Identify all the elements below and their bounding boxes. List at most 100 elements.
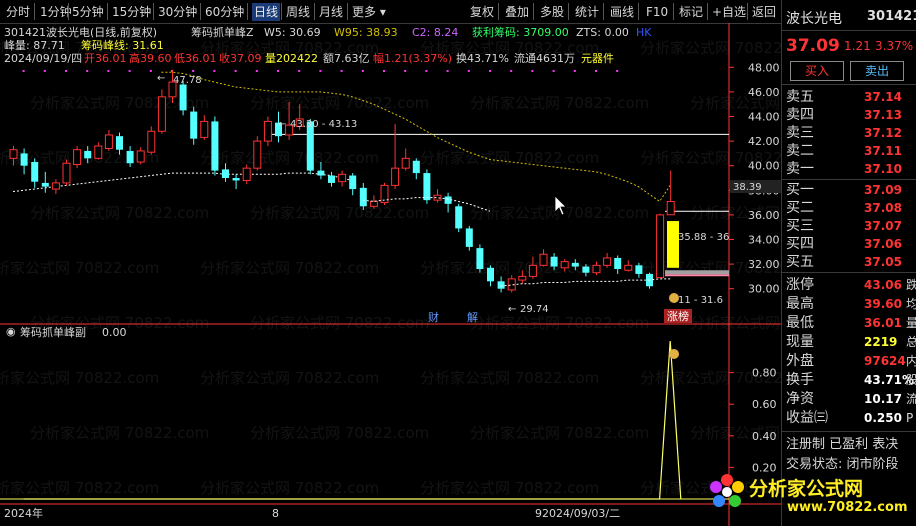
limit-up-label: 涨榜 [667,309,689,323]
candle-body [232,178,240,181]
ask-row-3: 卖三 37.12 [786,125,902,141]
tab-15min[interactable]: 15分钟 [112,3,151,21]
candle-body [317,170,325,176]
candle-body [51,182,60,190]
stat-extra: 总 [906,335,916,349]
candle-body [582,266,590,273]
stat-row: 最低 36.01 量 [782,314,916,332]
candle-body [94,145,103,159]
price-tick-label: 44.00 [748,111,780,124]
stat-row: 涨停 43.06 跌 [782,276,916,294]
bar-low: 低36.01 [174,52,217,65]
watermark-text: 分析家公式网 70822.com [0,259,159,277]
tab-daily[interactable]: 日线 [252,3,281,21]
tab-monthly[interactable]: 月线 [319,3,343,21]
tab-30min[interactable]: 30分钟 [158,3,197,21]
candle-body [528,264,537,277]
candle-body [104,134,113,149]
signal-dot [552,70,555,72]
candle-body [624,264,633,271]
candle-body [571,262,579,267]
c2-value: C2: 8.24 [412,26,458,39]
bid-row-1: 买一 37.09 [786,182,902,198]
signal-dot [531,70,534,72]
signal-dot [383,70,385,72]
signal-dot [277,70,279,72]
float-shares: 流通4631万 [514,51,575,65]
tab-weekly[interactable]: 周线 [286,3,310,21]
candle-body [62,162,71,184]
tab-1min[interactable]: 1分钟 [40,3,72,21]
sub-tick-label: 0.40 [752,430,777,443]
overlay-button[interactable]: 叠加 [505,3,529,21]
stat-extra: 跌 [906,278,916,292]
stat-value: 43.06 [864,278,902,292]
watermark-text: 分析家公式网 70822.com [420,369,599,387]
candle-body [253,140,262,169]
signal-dot [404,70,407,72]
watermark-text: 分析家公式网 70822.com [200,369,379,387]
price-tick-label: 46.00 [748,86,780,99]
bid-row-4: 买四 37.06 [786,236,902,252]
watermark-text: 分析家公式网 70822.com [420,259,599,277]
tab-more[interactable]: 更多 ▾ [352,3,386,21]
candle-body [465,228,473,247]
sub-indicator-label[interactable]: 筹码抓单峰副 [20,325,86,339]
signal-dot [595,70,597,72]
stat-extra: P [906,411,914,425]
logo-url: www.70822.com [787,500,908,515]
sub-indicator-line [23,340,682,500]
stat-label: 涨停 [786,277,814,293]
buy-button[interactable]: 买入 [790,61,844,81]
signal-dot [319,70,322,72]
candle-body [603,257,612,266]
adjust-button[interactable]: 复权 [470,3,494,21]
stat-row: 外盘 97624 内 [782,352,916,370]
candle-body [116,136,123,150]
price-tick-label: 48.00 [748,61,780,74]
watermark-text: 分析家公式网 70822.com [250,204,429,222]
x-label-date: 92024/09/03/二 [535,507,620,520]
watermark-text: 分析家公式网 70822.com [470,94,649,112]
candle-body [614,257,622,270]
watermark-text: 分析家公式网 70822.com [470,314,649,332]
signal-dot [255,70,258,72]
watermark-text: 分析家公式网 70822.com [470,424,649,442]
w95-line [161,71,671,203]
bar-open: 开36.01 [84,52,127,65]
watermark-text: 分析家公式网 70822.com [0,369,159,387]
kline-chart[interactable]: 分析家公式网 70822.com 分析家公式网 70822.com 分析家公式网 7… [0,23,781,526]
sell-button[interactable]: 卖出 [850,61,904,81]
signal-dot [86,70,89,72]
x-label-year: 2024年 [4,506,43,520]
candle-body [391,167,400,186]
watermark-text: 分析家公式网 70822.com [250,424,429,442]
finance-marker[interactable]: 财 [428,310,439,324]
back-button[interactable]: 返回 [752,3,776,21]
mark-button[interactable]: 标记 [679,3,703,21]
candle-body [592,264,601,274]
unlock-marker[interactable]: 解 [467,310,478,324]
signal-dot [510,70,513,72]
range-low-label: 11 - 31.6 [678,295,723,306]
stat-extra: 量 [906,316,916,330]
candle-body [73,149,82,165]
draw-line-button[interactable]: 画线 [610,3,634,21]
signal-dot [65,70,67,72]
multi-stock-button[interactable]: 多股 [540,3,564,21]
current-price-value: 38.39 [733,182,762,193]
indicator-name[interactable]: 筹码抓单峰Z [191,25,254,39]
tab-60min[interactable]: 60分钟 [205,3,244,21]
add-watchlist-button[interactable]: +自选 [712,3,746,21]
candle-body [423,173,431,201]
f10-button[interactable]: F10 [646,3,668,21]
watermark-text: 分析家公式网 70822.com [200,479,379,497]
tab-5min[interactable]: 5分钟 [72,3,104,21]
hk-value: HK [636,26,652,39]
tab-intraday[interactable]: 分时 [6,3,30,21]
statistics-button[interactable]: 统计 [575,3,599,21]
stat-value: 97624 [864,354,906,368]
candle-body [476,248,484,270]
stat-label: 外盘 [786,353,814,369]
quote-stock-code: 301421 [867,9,916,24]
